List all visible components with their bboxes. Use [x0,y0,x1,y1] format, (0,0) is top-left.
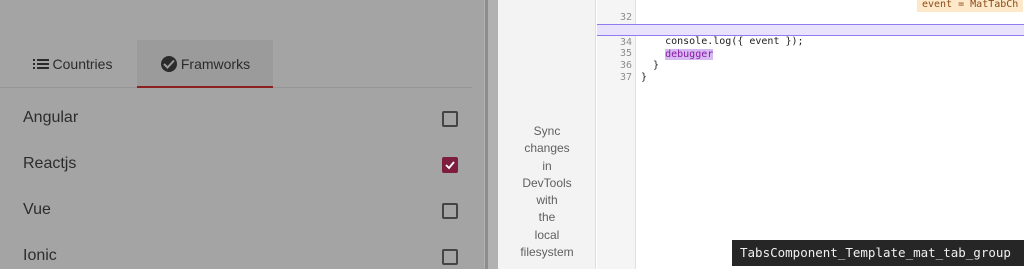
active-tab-indicator [137,86,273,88]
list-item-ionic[interactable]: Ionic [0,234,472,269]
checkbox-angular[interactable] [442,111,458,127]
checkbox-vue[interactable] [442,203,458,219]
frameworks-icon [160,55,178,73]
code-editor[interactable]: 32 selectedTabs(event: MatTabChangeEvent… [597,0,1024,269]
tab-countries[interactable]: Countries [9,40,135,87]
code-line[interactable]: 36 } [597,48,1024,83]
framework-label: Reactjs [23,155,77,172]
list-icon [32,57,50,71]
tab-frameworks[interactable]: Framworks [137,40,273,87]
checkbox-reactjs[interactable] [442,157,458,173]
call-frame-tooltip: TabsComponent_Template_mat_tab_group [732,240,1024,266]
sync-message-line: the [538,210,556,225]
framework-label: Ionic [23,247,57,264]
code-text: } [641,72,648,83]
code-line[interactable]: 33 console.log({ event }); [597,12,1024,47]
app-preview-pane: Countries Framworks Angular Reactjs Vue … [0,0,484,269]
code-line[interactable]: 32 selectedTabs(event: MatTabChangeEvent… [597,0,1024,35]
tab-header: Countries Framworks [0,40,472,88]
check-icon [445,161,455,170]
paused-execution-line[interactable]: 34 debugger [597,24,1024,60]
list-item-vue[interactable]: Vue [0,188,472,234]
tab-frameworks-label: Framworks [180,55,251,72]
splitter-divider [485,0,488,269]
sync-message-line: local [534,227,560,242]
code-line[interactable]: 35 } [597,36,1024,71]
sync-message-line: in [542,158,552,173]
sync-message-line: DevTools [522,175,572,190]
sync-message-line: filesystem [520,245,574,260]
code-line[interactable]: 37 [597,60,1024,83]
line-number[interactable]: 37 [597,72,632,84]
framework-label: Vue [23,201,51,218]
filesystem-sync-message: Sync changes in DevTools with the local … [500,123,594,261]
sync-message-line: with [536,193,558,208]
framework-label: Angular [23,109,79,126]
sync-message-line: Sync [533,124,561,138]
list-item-angular[interactable]: Angular [0,96,472,142]
sync-message-line: changes [524,141,570,156]
tab-countries-label: Countries [52,55,113,72]
checkbox-ionic[interactable] [442,249,458,265]
inline-value-preview: event = MatTabCh [917,0,1024,12]
list-item-reactjs[interactable]: Reactjs [0,142,472,188]
